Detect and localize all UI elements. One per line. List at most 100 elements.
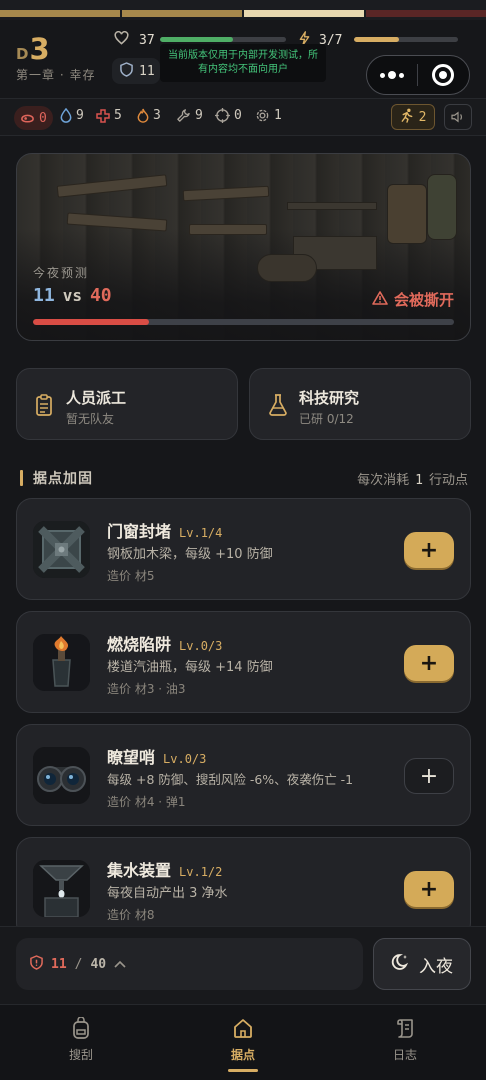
cost-prefix: 每次消耗 xyxy=(357,473,410,488)
tab-base[interactable]: 据点 xyxy=(203,1017,283,1072)
tab-log[interactable]: 日志 xyxy=(365,1017,445,1063)
heart-icon xyxy=(114,30,129,49)
tab-scavenge[interactable]: 搜刮 xyxy=(41,1016,121,1063)
breach-warning-text: 会被撕开 xyxy=(393,291,454,309)
resource-parts-value: 9 xyxy=(195,108,203,123)
fortify-cost-note: 每次消耗 1 行动点 xyxy=(357,469,468,488)
upgrade-description: 楼道汽油瓶，每级 +14 防御 xyxy=(107,660,273,675)
upgrade-description: 每夜自动产出 3 净水 xyxy=(107,886,228,901)
tab-label: 搜刮 xyxy=(68,1048,93,1062)
food-icon xyxy=(20,111,35,125)
upgrade-description: 钢板加木梁，每级 +10 防御 xyxy=(107,547,273,562)
resource-ammo[interactable]: 0 xyxy=(215,108,242,123)
cost-suffix: 行动点 xyxy=(428,473,468,488)
upgrade-card-watchtower: 瞭望哨 Lv.0/3 每级 +8 防御、搜刮风险 -6%、夜袭伤亡 -1 造价 材… xyxy=(16,724,471,826)
flask-icon xyxy=(268,394,288,420)
fortify-title-text: 据点加固 xyxy=(33,471,93,487)
tab-label: 日志 xyxy=(392,1048,417,1062)
forecast-label: 今夜预测 xyxy=(33,266,90,280)
cost-value: 1 xyxy=(415,473,423,488)
defense-current: 11 xyxy=(51,956,67,972)
upgrade-title: 瞭望哨 Lv.0/3 xyxy=(107,744,206,768)
home-icon xyxy=(232,1017,254,1042)
clipboard-icon xyxy=(35,394,53,420)
sound-toggle[interactable] xyxy=(444,104,472,130)
defense-max: 40 xyxy=(90,956,107,972)
progress-segment xyxy=(244,10,364,17)
fortify-section-title: 据点加固 xyxy=(20,468,93,488)
upgrade-cost: 造价 材4 · 弹1 xyxy=(107,795,186,809)
upgrade-cost: 造价 材5 xyxy=(107,569,155,583)
resource-food[interactable]: 0 xyxy=(14,106,53,130)
scroll-icon xyxy=(394,1017,416,1042)
action-points-chip[interactable]: 2 xyxy=(391,104,435,130)
upgrade-name: 集水装置 xyxy=(107,861,172,880)
upgrade-card-fire-trap: 燃烧陷阱 Lv.0/3 楼道汽油瓶，每级 +14 防御 造价 材3 · 油3 + xyxy=(16,611,471,713)
upgrade-title: 燃烧陷阱 Lv.0/3 xyxy=(107,631,222,655)
upgrade-plus-button[interactable]: + xyxy=(404,871,454,907)
target-icon[interactable] xyxy=(418,56,470,94)
upgrade-name: 门窗封堵 xyxy=(107,522,172,541)
binoculars-thumbnail xyxy=(33,747,90,804)
shield-icon xyxy=(120,61,133,81)
dispatch-card[interactable]: 人员派工 暂无队友 xyxy=(16,368,238,440)
day-counter: D 3 xyxy=(16,34,50,64)
upgrade-cost: 造价 材3 · 油3 xyxy=(107,682,186,696)
research-subtitle: 已研 0/12 xyxy=(299,412,354,426)
chapter-label: 第一章 · 幸存 xyxy=(16,68,96,82)
backpack-icon xyxy=(70,1016,92,1042)
dispatch-subtitle: 暂无队友 xyxy=(66,412,115,426)
upgrade-card-water-collector: 集水装置 Lv.1/2 每夜自动产出 3 净水 造价 材8 + xyxy=(16,837,471,939)
defense-summary[interactable]: 11 / 40 xyxy=(16,938,363,990)
enemy-attack-value: 40 xyxy=(89,285,112,306)
day-number: 3 xyxy=(29,32,50,66)
section-accent-bar xyxy=(20,470,23,486)
resource-gear[interactable]: 1 xyxy=(255,108,282,123)
upgrade-plus-button[interactable]: + xyxy=(404,645,454,681)
fire-trap-thumbnail xyxy=(33,634,90,691)
gear-icon xyxy=(255,108,270,123)
day-prefix: D xyxy=(16,45,29,63)
speaker-icon xyxy=(451,108,465,127)
health-value: 37 xyxy=(139,32,155,48)
water-collector-thumbnail xyxy=(33,860,90,917)
dispatch-title: 人员派工 xyxy=(66,389,127,407)
warning-triangle-icon xyxy=(372,290,388,309)
upgrade-title: 集水装置 Lv.1/2 xyxy=(107,857,222,881)
resource-parts[interactable]: 9 xyxy=(176,108,203,123)
upgrade-description: 每级 +8 防御、搜刮风险 -6%、夜袭伤亡 -1 xyxy=(107,772,354,787)
health-bar xyxy=(160,37,286,42)
research-card[interactable]: 科技研究 已研 0/12 xyxy=(249,368,471,440)
upgrade-name: 瞭望哨 xyxy=(107,748,156,767)
enter-night-button[interactable]: 入夜 xyxy=(373,938,471,990)
progress-segment xyxy=(0,10,120,17)
more-dots-icon[interactable] xyxy=(367,56,417,94)
resource-ammo-value: 0 xyxy=(234,108,242,123)
tab-label: 据点 xyxy=(230,1048,255,1062)
active-tab-indicator xyxy=(228,1069,258,1072)
progress-segment xyxy=(122,10,242,17)
defense-chip-value: 11 xyxy=(139,63,155,79)
research-title: 科技研究 xyxy=(299,389,360,407)
mini-program-capsule xyxy=(366,55,470,95)
resource-water[interactable]: 9 xyxy=(60,108,84,123)
chapter-progress-strip xyxy=(0,0,486,20)
barricade-thumbnail xyxy=(33,521,90,578)
crosshair-icon xyxy=(215,108,230,123)
upgrade-title: 门窗封堵 Lv.1/4 xyxy=(107,518,222,542)
resource-food-value: 0 xyxy=(39,110,47,126)
upgrade-plus-button[interactable]: + xyxy=(404,532,454,568)
health-stat: 37 xyxy=(114,30,155,49)
our-defense-value: 11 xyxy=(33,285,55,306)
defense-chip[interactable]: 11 xyxy=(112,58,160,84)
progress-segment xyxy=(366,10,486,17)
resource-medicine[interactable]: 5 xyxy=(96,108,122,123)
chevron-up-icon xyxy=(114,957,126,972)
water-drop-icon xyxy=(60,108,72,123)
moon-icon xyxy=(391,952,411,977)
energy-bar xyxy=(354,37,458,42)
running-person-icon xyxy=(400,108,414,127)
upgrade-plus-button-disabled[interactable]: + xyxy=(404,758,454,794)
resource-fuel[interactable]: 3 xyxy=(137,108,161,123)
dev-notice-toast: 当前版本仅用于内部开发测试，所有内容均不面向用户 xyxy=(160,44,326,82)
